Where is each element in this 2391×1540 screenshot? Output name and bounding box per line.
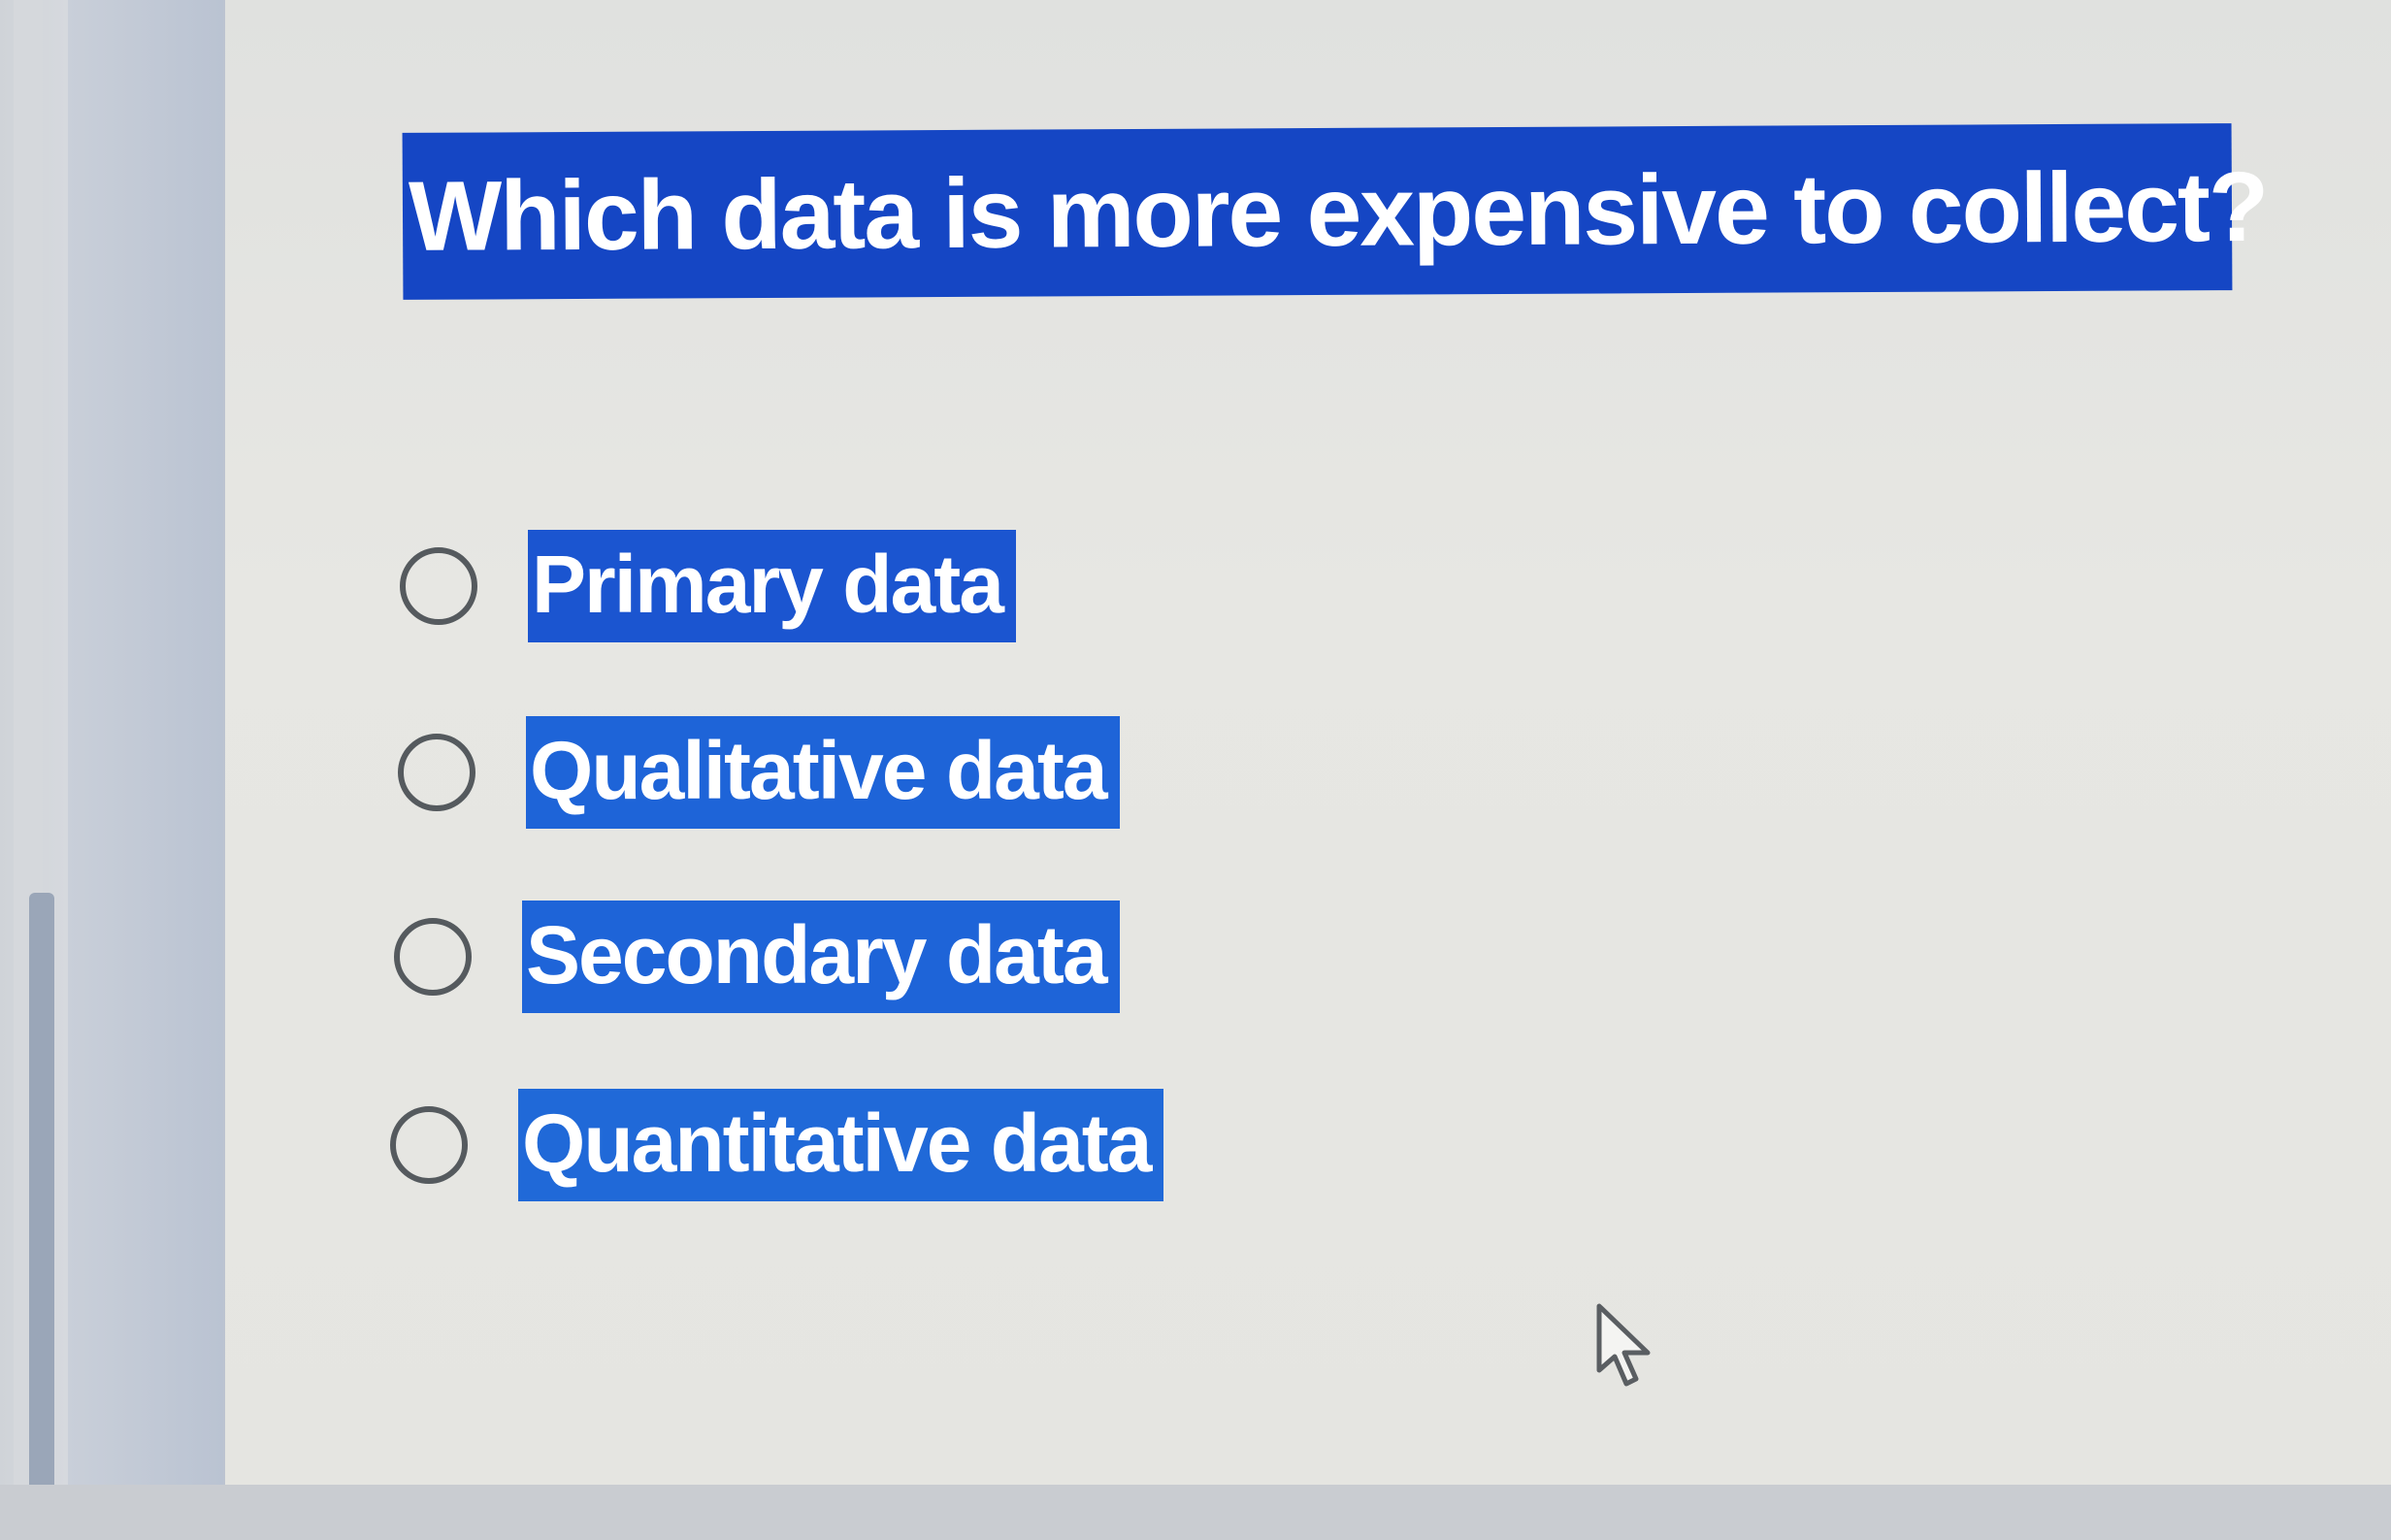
left-sidebar (0, 0, 225, 1540)
question-title-highlight: Which data is more expensive to collect? (402, 123, 2268, 300)
radio-unchecked-icon[interactable] (390, 1106, 468, 1184)
sidebar-panel (68, 0, 223, 1540)
answer-option-secondary-data[interactable]: Secondary data (394, 901, 1120, 1013)
radio-unchecked-icon[interactable] (398, 734, 475, 811)
radio-unchecked-icon[interactable] (394, 918, 472, 996)
answer-option-label[interactable]: Quantitative data (518, 1089, 1164, 1201)
question-title: Which data is more expensive to collect? (408, 150, 2268, 272)
scrollbar-track[interactable] (14, 0, 54, 1540)
answer-option-label[interactable]: Primary data (528, 530, 1016, 642)
answer-option-qualitative-data[interactable]: Qualitative data (398, 716, 1120, 829)
answer-option-label[interactable]: Qualitative data (526, 716, 1120, 829)
answer-option-primary-data[interactable]: Primary data (400, 530, 1016, 642)
answer-option-label[interactable]: Secondary data (522, 901, 1120, 1013)
radio-unchecked-icon[interactable] (400, 547, 477, 625)
screen: Which data is more expensive to collect?… (0, 0, 2391, 1540)
answer-option-quantitative-data[interactable]: Quantitative data (390, 1089, 1164, 1201)
scrollbar-thumb[interactable] (29, 893, 54, 1540)
mouse-pointer-icon (1596, 1303, 1651, 1387)
bottom-edge (0, 1485, 2391, 1540)
